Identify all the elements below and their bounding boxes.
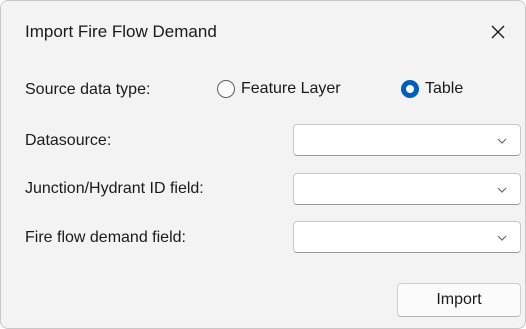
source-data-type-label: Source data type:	[25, 81, 151, 98]
radio-table[interactable]: Table	[401, 80, 463, 98]
datasource-label: Datasource:	[25, 132, 112, 149]
title-bar: Import Fire Flow Demand	[1, 1, 525, 65]
radio-table-label: Table	[425, 80, 464, 97]
chevron-down-icon	[497, 187, 507, 193]
junction-hydrant-id-dropdown[interactable]	[293, 173, 521, 205]
close-icon	[491, 25, 505, 39]
radio-feature-layer-label: Feature Layer	[241, 80, 341, 97]
import-fire-flow-demand-dialog: Import Fire Flow Demand Source data type…	[0, 0, 526, 329]
import-button[interactable]: Import	[397, 283, 521, 317]
chevron-down-icon	[497, 138, 507, 144]
radio-feature-layer[interactable]: Feature Layer	[217, 80, 341, 98]
radio-circle-selected	[401, 80, 419, 98]
radio-circle-unselected	[217, 80, 235, 98]
dialog-title: Import Fire Flow Demand	[25, 22, 217, 41]
junction-hydrant-id-label: Junction/Hydrant ID field:	[25, 180, 204, 197]
fire-flow-demand-label: Fire flow demand field:	[25, 229, 186, 246]
datasource-dropdown[interactable]	[293, 124, 521, 156]
fire-flow-demand-dropdown[interactable]	[293, 221, 521, 253]
chevron-down-icon	[497, 235, 507, 241]
close-button[interactable]	[481, 15, 515, 49]
